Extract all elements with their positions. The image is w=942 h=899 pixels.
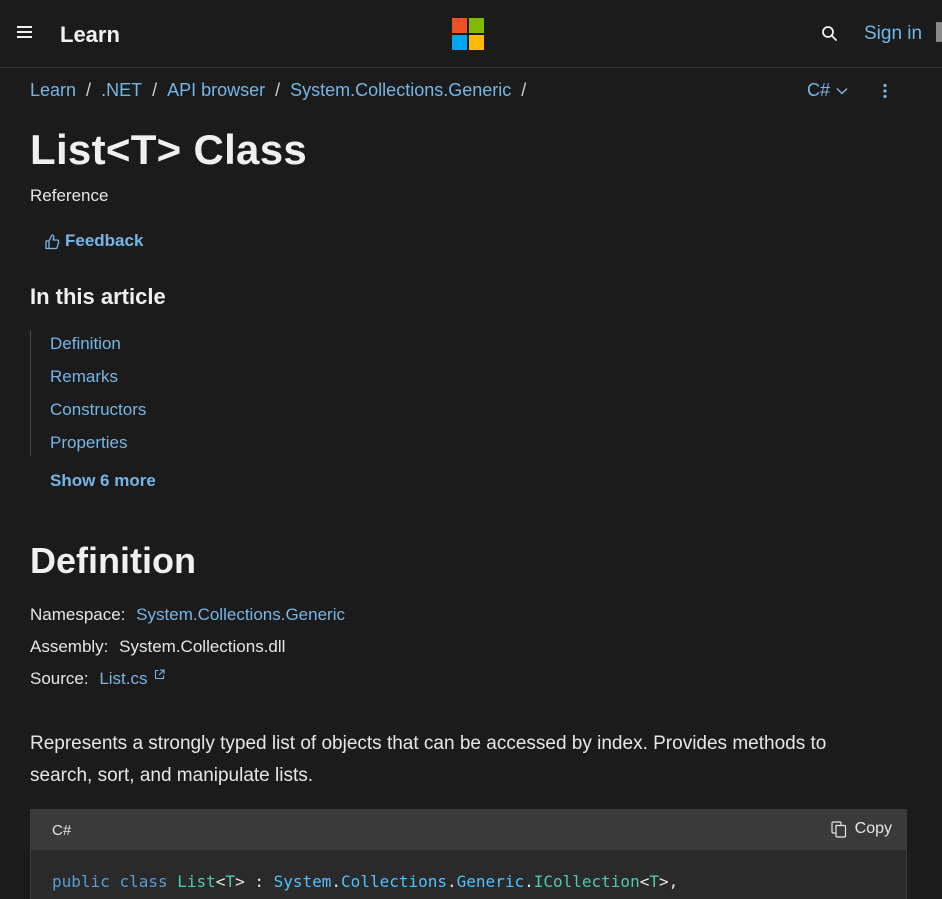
breadcrumb-api-browser[interactable]: API browser [167, 80, 265, 101]
feedback-button[interactable]: Feedback [44, 231, 143, 251]
toc-item-properties[interactable]: Properties [50, 429, 146, 462]
code-language-label: C# [52, 822, 72, 839]
source-label: Source: [30, 669, 89, 688]
breadcrumb-separator: / [86, 80, 92, 100]
scrollbar[interactable] [936, 22, 942, 42]
external-link-icon [155, 669, 165, 680]
breadcrumb-separator: / [275, 80, 281, 100]
copy-button[interactable]: Copy [831, 820, 892, 838]
page-subtitle: Reference [30, 186, 109, 205]
logo-square-green [469, 18, 484, 33]
assembly-label: Assembly: [30, 637, 109, 656]
source-link[interactable]: List.cs [99, 669, 165, 688]
logo-square-blue [452, 35, 467, 50]
toc-item-definition[interactable]: Definition [50, 330, 146, 363]
namespace-label: Namespace: [30, 605, 126, 624]
copy-icon [831, 820, 846, 838]
code-token: . [447, 872, 457, 891]
code-token: T [649, 872, 659, 891]
class-summary: Represents a strongly typed list of obje… [30, 733, 827, 786]
code-block: C# Copy public class List<T> : System.Co… [30, 809, 907, 899]
page-title: List<T> Class [30, 126, 308, 173]
language-selector-value: C# [807, 80, 831, 100]
copy-label: Copy [854, 820, 892, 837]
code-token: Generic [456, 872, 525, 891]
code-token: < [215, 872, 226, 891]
breadcrumb-separator: / [521, 80, 527, 100]
toc-item-constructors[interactable]: Constructors [50, 396, 146, 429]
code-token: . [331, 872, 342, 891]
more-options-icon[interactable] [880, 82, 890, 100]
toc-heading: In this article [30, 284, 166, 309]
source-row: Source: List.cs [30, 669, 165, 689]
breadcrumb-learn[interactable]: Learn [30, 80, 76, 101]
chevron-down-icon [836, 87, 848, 95]
namespace-row: Namespace: System.Collections.Generic [30, 605, 345, 625]
logo-square-red [452, 18, 467, 33]
code-line: public class List<T> : System.Collection… [52, 872, 678, 891]
code-token: >, [658, 872, 679, 891]
assembly-value: System.Collections.dll [119, 637, 286, 656]
code-token: < [639, 872, 650, 891]
code-token: T [225, 872, 236, 891]
microsoft-logo[interactable] [452, 18, 484, 50]
code-token: . [524, 872, 534, 891]
code-token: > [235, 872, 245, 891]
code-token: ICollection [533, 872, 640, 891]
show-more-button[interactable]: Show 6 more [50, 471, 156, 491]
language-selector[interactable]: C# [807, 80, 848, 101]
source-link-text: List.cs [99, 669, 148, 688]
table-of-contents: Definition Remarks Constructors Properti… [30, 330, 146, 456]
code-token: class [119, 872, 168, 891]
sign-in-link[interactable]: Sign in [864, 23, 922, 45]
namespace-link[interactable]: System.Collections.Generic [136, 605, 345, 624]
feedback-label: Feedback [65, 231, 144, 250]
assembly-row: Assembly: System.Collections.dll [30, 637, 285, 657]
thumbs-up-icon [45, 233, 60, 249]
code-token: System [273, 872, 332, 891]
menu-icon[interactable] [17, 26, 32, 39]
code-block-header: C# Copy [31, 810, 906, 850]
code-token: List [177, 872, 216, 891]
breadcrumb-namespace[interactable]: System.Collections.Generic [290, 80, 511, 101]
top-navigation-bar: Learn Sign in [0, 0, 942, 68]
breadcrumb-dotnet[interactable]: .NET [101, 80, 142, 101]
definition-heading: Definition [30, 540, 196, 581]
code-token: public [52, 872, 110, 891]
code-token: : [244, 872, 274, 891]
code-token: Collections [341, 872, 448, 891]
breadcrumb-separator: / [152, 80, 158, 100]
breadcrumb: Learn / .NET / API browser / System.Coll… [30, 80, 536, 101]
brand-learn-link[interactable]: Learn [60, 22, 120, 48]
search-icon[interactable] [821, 25, 839, 43]
logo-square-yellow [469, 35, 484, 50]
toc-item-remarks[interactable]: Remarks [50, 363, 146, 396]
